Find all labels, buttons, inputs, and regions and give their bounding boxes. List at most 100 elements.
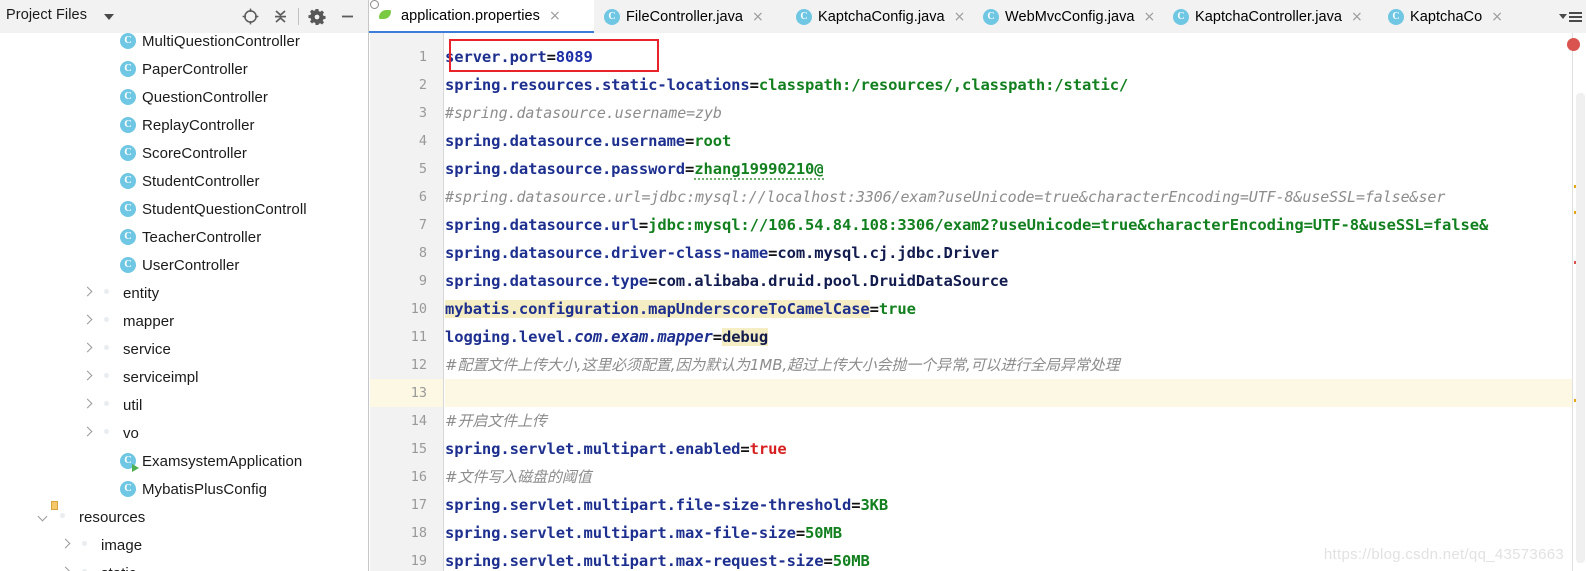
java-class-icon: C xyxy=(604,8,620,25)
tree-item-MultiQuestionController[interactable]: C MultiQuestionController xyxy=(0,33,368,55)
annotation-highlight-box xyxy=(449,39,659,72)
tree-folder-static[interactable]: static xyxy=(0,559,368,571)
java-class-icon: C xyxy=(120,116,137,134)
tree-item-ExamsystemApplication[interactable]: C ExamsystemApplication xyxy=(0,447,368,475)
chevron-right-icon[interactable] xyxy=(82,372,92,382)
code-line[interactable]: spring.resources.static-locations=classp… xyxy=(445,71,1128,99)
code-token: spring.datasource.type xyxy=(445,272,649,290)
tree-folder-mapper[interactable]: mapper xyxy=(0,307,368,335)
tree-item-label: util xyxy=(123,396,143,414)
java-class-icon: C xyxy=(796,8,812,25)
tree-item-TeacherController[interactable]: C TeacherController xyxy=(0,223,368,251)
project-panel-title[interactable]: Project Files xyxy=(6,7,87,23)
code-token: com.exam.mapper xyxy=(574,328,713,346)
tree-folder-service[interactable]: service xyxy=(0,335,368,363)
close-icon[interactable]: × xyxy=(954,10,966,24)
tree-item-StudentController[interactable]: C StudentController xyxy=(0,167,368,195)
code-token: = xyxy=(648,272,658,290)
editor-tab-filecontroller-java[interactable]: C FileController.java × xyxy=(594,0,786,33)
code-line[interactable]: mybatis.configuration.mapUnderscoreToCam… xyxy=(445,295,916,323)
code-token: spring.servlet.multipart.max-file-size xyxy=(445,524,796,542)
tree-item-PaperController[interactable]: C PaperController xyxy=(0,55,368,83)
code-token: = xyxy=(712,328,722,346)
chevron-right-icon[interactable] xyxy=(82,344,92,354)
watermark-text: https://blog.csdn.net/qq_43573663 xyxy=(1323,546,1564,563)
code-line[interactable]: #spring.datasource.username=zyb xyxy=(445,99,722,127)
code-token: = xyxy=(685,160,695,178)
line-number: 19 xyxy=(410,553,427,569)
tab-list-dropdown-icon[interactable] xyxy=(1569,11,1582,22)
editor-tab-webmvcconfig-java[interactable]: C WebMvcConfig.java × xyxy=(973,0,1163,33)
chevron-down-icon[interactable] xyxy=(1559,14,1567,19)
code-line[interactable]: spring.datasource.username=root xyxy=(445,127,731,155)
settings-gear-icon[interactable] xyxy=(302,0,332,33)
code-token: com.mysql.cj.jdbc.Driver xyxy=(777,244,999,262)
editor-tab-kaptchaconfig-java[interactable]: C KaptchaConfig.java × xyxy=(786,0,973,33)
code-token: mybatis.configuration.mapUnderscoreToCam… xyxy=(445,300,870,318)
code-line[interactable]: spring.datasource.driver-class-name=com.… xyxy=(445,239,999,267)
tree-item-ReplayController[interactable]: C ReplayController xyxy=(0,111,368,139)
code-line[interactable]: #配置文件上传大小,这里必须配置,因为默认为1MB,超过上传大小会抛一个异常,可… xyxy=(445,351,1120,379)
tree-item-label: MultiQuestionController xyxy=(142,33,300,50)
current-line-highlight xyxy=(445,379,1586,407)
code-token: logging.level. xyxy=(445,328,575,346)
code-line[interactable]: spring.servlet.multipart.enabled=true xyxy=(445,435,787,463)
tree-folder-entity[interactable]: entity xyxy=(0,279,368,307)
code-line[interactable]: spring.datasource.password=zhang19990210… xyxy=(445,155,824,183)
chevron-right-icon[interactable] xyxy=(82,428,92,438)
tab-label: KaptchaCo xyxy=(1410,8,1483,25)
locate-target-icon[interactable] xyxy=(235,0,265,33)
close-icon[interactable]: × xyxy=(1491,10,1503,24)
code-line[interactable]: spring.servlet.multipart.max-file-size=5… xyxy=(445,519,842,547)
code-editor[interactable]: 1 2 3 4 5 6 7 8 9 10 11 12 13 14 15 16 17 18 19 server.por… xyxy=(370,33,1586,571)
line-number: 3 xyxy=(418,105,427,121)
code-line[interactable]: spring.servlet.multipart.file-size-thres… xyxy=(445,491,888,519)
tree-item-UserController[interactable]: C UserController xyxy=(0,251,368,279)
tree-folder-resources[interactable]: resources xyxy=(0,503,368,531)
tree-item-ScoreController[interactable]: C ScoreController xyxy=(0,139,368,167)
code-line[interactable]: spring.servlet.multipart.max-request-siz… xyxy=(445,547,870,571)
line-number: 6 xyxy=(418,189,427,205)
tree-folder-serviceimpl[interactable]: serviceimpl xyxy=(0,363,368,391)
minimize-icon[interactable] xyxy=(332,0,362,33)
editor-tab-kaptchaco[interactable]: C KaptchaCo × xyxy=(1378,0,1508,33)
error-stripe-gutter[interactable] xyxy=(1572,33,1586,571)
tab-label: application.properties xyxy=(401,7,540,24)
chevron-down-icon[interactable] xyxy=(38,512,48,522)
editor-tab-application-properties[interactable]: application.properties × xyxy=(369,0,594,33)
vertical-scrollbar[interactable] xyxy=(1576,93,1585,563)
chevron-right-icon[interactable] xyxy=(82,288,92,298)
inspection-status-icon[interactable] xyxy=(1567,38,1580,51)
code-token: #开启文件上传 xyxy=(445,412,547,430)
project-tree[interactable]: C MultiQuestionController C PaperController… xyxy=(0,33,369,571)
code-token: 3KB xyxy=(860,496,889,514)
tree-folder-vo[interactable]: vo xyxy=(0,419,368,447)
close-icon[interactable]: × xyxy=(1144,10,1156,24)
tree-item-QuestionController[interactable]: C QuestionController xyxy=(0,83,368,111)
code-line[interactable]: #开启文件上传 xyxy=(445,407,547,435)
code-line[interactable]: spring.datasource.url=jdbc:mysql://106.5… xyxy=(445,211,1488,239)
close-icon[interactable]: × xyxy=(1351,10,1363,24)
code-line[interactable]: #文件写入磁盘的阈值 xyxy=(445,463,592,491)
tree-item-MybatisPlusConfig[interactable]: C MybatisPlusConfig xyxy=(0,475,368,503)
line-number: 13 xyxy=(410,385,427,401)
chevron-down-icon[interactable] xyxy=(104,14,114,20)
tab-overflow-control[interactable] xyxy=(1559,0,1584,33)
folder-icon xyxy=(79,537,96,554)
chevron-right-icon[interactable] xyxy=(82,400,92,410)
chevron-right-icon[interactable] xyxy=(60,540,70,550)
line-number: 9 xyxy=(418,273,427,289)
tree-folder-image[interactable]: image xyxy=(0,531,368,559)
tab-label: WebMvcConfig.java xyxy=(1005,8,1135,25)
code-line[interactable]: #spring.datasource.url=jdbc:mysql://loca… xyxy=(445,183,1445,211)
tree-folder-util[interactable]: util xyxy=(0,391,368,419)
code-line[interactable]: spring.datasource.type=com.alibaba.druid… xyxy=(445,267,1008,295)
close-icon[interactable]: × xyxy=(752,10,764,24)
chevron-right-icon[interactable] xyxy=(82,316,92,326)
collapse-all-icon[interactable] xyxy=(265,0,295,33)
code-line[interactable]: logging.level.com.exam.mapper=debug xyxy=(445,323,768,351)
code-area[interactable]: server.port=8089 spring.resources.static-… xyxy=(445,33,1586,571)
editor-tab-kaptchacontroller-java[interactable]: C KaptchaController.java × xyxy=(1163,0,1378,33)
tree-item-StudentQuestionControll[interactable]: C StudentQuestionControll xyxy=(0,195,368,223)
close-icon[interactable]: × xyxy=(549,9,561,23)
